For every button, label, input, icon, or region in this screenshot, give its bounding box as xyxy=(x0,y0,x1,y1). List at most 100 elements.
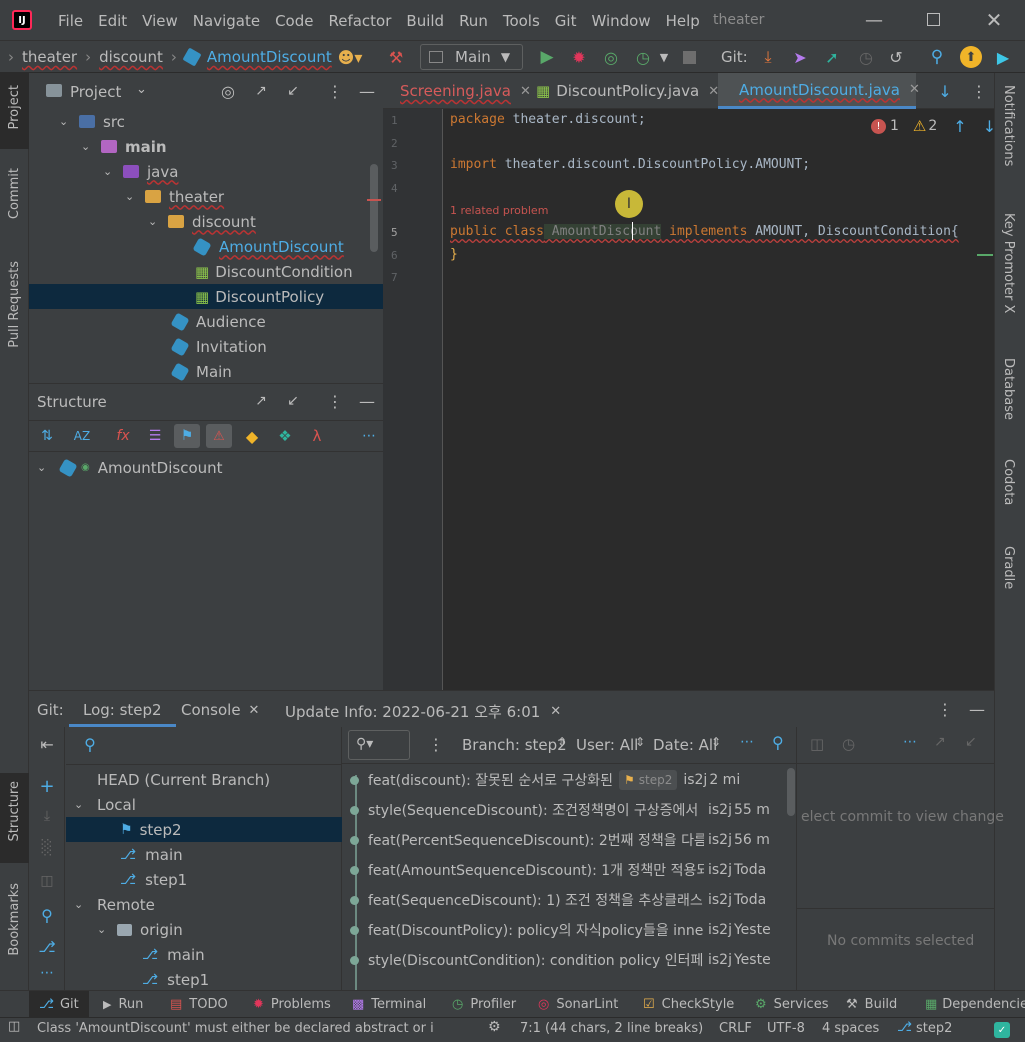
minimize-button[interactable]: — xyxy=(862,8,886,32)
remote-branch-main[interactable]: ⎇ main xyxy=(142,942,205,967)
tool-tab-todo[interactable]: ▤ TODO xyxy=(170,991,228,1018)
tree-item-audience[interactable]: Audience xyxy=(170,309,266,334)
breadcrumb-discount[interactable]: discount xyxy=(99,48,163,66)
search-icon[interactable]: ⚲ xyxy=(772,733,784,752)
recent-files-arrow-icon[interactable]: ↓ xyxy=(935,81,955,101)
expand-icon[interactable]: ↗ xyxy=(934,734,946,750)
options-menu-icon[interactable]: ⋮ xyxy=(325,81,345,101)
git-update-icon[interactable]: ⤓ xyxy=(757,46,779,68)
tab-log-step2[interactable]: Log: step2 xyxy=(69,691,176,727)
show-fields-icon[interactable]: ☰ xyxy=(145,426,165,446)
code-line-3[interactable]: import theater.discount.DiscountPolicy.A… xyxy=(450,157,810,172)
more-run-chevron-icon[interactable]: ▼ xyxy=(656,46,672,68)
users-icon[interactable]: ☻▾ xyxy=(334,47,366,67)
tab-amountdiscount[interactable]: AmountDiscount.java ✕ xyxy=(718,73,920,109)
rollback-icon[interactable]: ↺ xyxy=(885,46,907,68)
tab-console[interactable]: Console ✕ xyxy=(181,701,259,719)
commit-row[interactable]: feat(discount): 잘못된 순서로 구상화된 ⚑ step2 is2j… xyxy=(350,765,792,795)
tab-discountpolicy[interactable]: ▦ DiscountPolicy.java ✕ xyxy=(530,73,719,109)
breadcrumb-amountdiscount[interactable]: AmountDiscount xyxy=(207,48,332,66)
branch-step2[interactable]: ⚑ step2 xyxy=(120,817,182,842)
maximize-button[interactable] xyxy=(927,13,940,26)
caret-position[interactable]: 7:1 (44 chars, 2 line breaks) xyxy=(520,1021,703,1036)
collapse-all-icon[interactable]: ↙ xyxy=(283,391,303,411)
date-filter[interactable]: Date: All xyxy=(653,736,717,754)
chevron-down-icon[interactable]: ⌄ xyxy=(136,82,147,97)
branch-main[interactable]: ⎇ main xyxy=(120,842,183,867)
status-message[interactable]: Class 'AmountDiscount' must either be de… xyxy=(37,1021,457,1036)
expand-all-icon[interactable]: ↗ xyxy=(251,81,271,101)
tab-screening[interactable]: Screening.java ✕ xyxy=(383,73,531,109)
tool-window-notifications[interactable]: Notifications xyxy=(1001,85,1016,166)
code-line-6[interactable]: } xyxy=(450,247,458,262)
compare-icon[interactable]: ◫ xyxy=(36,870,58,892)
history-icon[interactable]: ◷ xyxy=(842,735,855,753)
tool-tab-services[interactable]: ⚙ Services xyxy=(755,991,828,1018)
tree-item-discountpolicy[interactable]: ▦ DiscountPolicy xyxy=(195,284,324,309)
current-branch[interactable]: step2 xyxy=(916,1021,952,1036)
stop-icon[interactable] xyxy=(683,51,696,64)
commit-row[interactable]: feat(SequenceDiscount): 1) 조건 정책을 추상클래스 … xyxy=(350,885,792,915)
tool-tab-git[interactable]: ⎇ Git xyxy=(29,991,89,1018)
code-line-1[interactable]: package theater.discount; xyxy=(450,112,646,127)
tool-tab-dependencies[interactable]: ▦Dependencies xyxy=(925,991,1025,1018)
tool-window-key-promoter[interactable]: Key Promoter X xyxy=(1001,213,1016,313)
previous-highlight-icon[interactable]: ↑ xyxy=(953,117,966,136)
commit-row[interactable]: style(SequenceDiscount): 조건정책명이 구상증에서 is… xyxy=(350,795,792,825)
show-tags-icon[interactable]: ⚑ xyxy=(174,424,200,448)
next-highlight-icon[interactable]: ↓ xyxy=(983,117,996,136)
profile-icon[interactable]: ◷ xyxy=(632,46,654,68)
tree-item-src[interactable]: ⌄ src xyxy=(59,109,125,134)
tool-window-gradle[interactable]: Gradle xyxy=(1001,546,1016,589)
ide-update-icon[interactable]: ⬆ xyxy=(960,46,982,68)
lambda-icon[interactable]: λ xyxy=(307,426,327,446)
tool-window-commit[interactable]: Commit xyxy=(7,168,22,219)
menu-file[interactable]: File xyxy=(58,12,83,30)
more-options-icon[interactable]: ⋯ xyxy=(359,426,379,446)
menu-refactor[interactable]: Refactor xyxy=(328,12,391,30)
filter-options-icon[interactable]: ⋮ xyxy=(428,735,444,754)
menu-run[interactable]: Run xyxy=(459,12,488,30)
file-encoding[interactable]: UTF-8 xyxy=(767,1021,805,1036)
remote-branch-step1[interactable]: ⎇ step1 xyxy=(142,967,209,992)
search-icon[interactable]: ⚲ xyxy=(36,904,58,926)
collapse-icon[interactable]: ↙ xyxy=(965,734,977,750)
commit-row[interactable]: feat(AmountSequenceDiscount): 1개 정책만 적용되… xyxy=(350,855,792,885)
more-tabs-icon[interactable]: ⋮ xyxy=(969,81,989,101)
hide-panel-icon[interactable]: — xyxy=(967,699,987,719)
code-with-me-icon[interactable]: ▶ xyxy=(992,46,1014,68)
tool-window-structure[interactable]: Structure xyxy=(0,773,29,863)
branch-head[interactable]: HEAD (Current Branch) xyxy=(97,767,270,792)
tool-tab-build[interactable]: ⚒ Build xyxy=(846,991,897,1018)
tree-item-java[interactable]: ⌄ java xyxy=(103,159,178,184)
show-properties-icon[interactable]: ◆ xyxy=(242,426,262,446)
more-options-icon[interactable]: ⋯ xyxy=(740,734,754,750)
tool-window-database[interactable]: Database xyxy=(1001,358,1016,420)
branch-group-remote[interactable]: ⌄ Remote xyxy=(74,892,155,917)
options-menu-icon[interactable]: ⋮ xyxy=(935,699,955,719)
history-icon[interactable]: ◷ xyxy=(855,46,877,68)
remote-origin[interactable]: ⌄ origin xyxy=(97,917,183,942)
tool-tab-terminal[interactable]: ▩ Terminal xyxy=(352,991,426,1018)
show-lambdas-icon[interactable]: fx xyxy=(113,426,133,446)
menu-help[interactable]: Help xyxy=(666,12,700,30)
layout-icon[interactable]: ◫ xyxy=(8,1019,20,1034)
log-search-input[interactable]: ⚲▾ xyxy=(348,730,410,760)
tree-item-discount[interactable]: ⌄ discount xyxy=(148,209,256,234)
new-branch-icon[interactable]: + xyxy=(36,775,58,797)
tool-window-bookmarks[interactable]: Bookmarks xyxy=(7,883,22,956)
menu-view[interactable]: View xyxy=(142,12,178,30)
commit-row[interactable]: feat(PercentSequenceDiscount): 2번째 정책을 다… xyxy=(350,825,792,855)
hide-panel-icon[interactable]: — xyxy=(357,81,377,101)
indent-setting[interactable]: 4 spaces xyxy=(822,1021,879,1036)
tool-window-codota[interactable]: Codota xyxy=(1001,459,1016,505)
close-tab-icon[interactable]: ✕ xyxy=(909,82,920,97)
tool-tab-profiler[interactable]: ◷ Profiler xyxy=(452,991,516,1018)
line-separator[interactable]: CRLF xyxy=(719,1021,752,1036)
menu-window[interactable]: Window xyxy=(591,12,650,30)
commit-row[interactable]: feat(DiscountPolicy): policy의 자식policy들을… xyxy=(350,915,792,945)
build-hammer-icon[interactable]: ⚒ xyxy=(385,46,407,68)
close-tab-icon[interactable]: ✕ xyxy=(249,703,260,718)
code-line-5[interactable]: public class AmountDiscount implements A… xyxy=(450,224,959,239)
tool-window-project[interactable]: Project xyxy=(0,73,29,149)
